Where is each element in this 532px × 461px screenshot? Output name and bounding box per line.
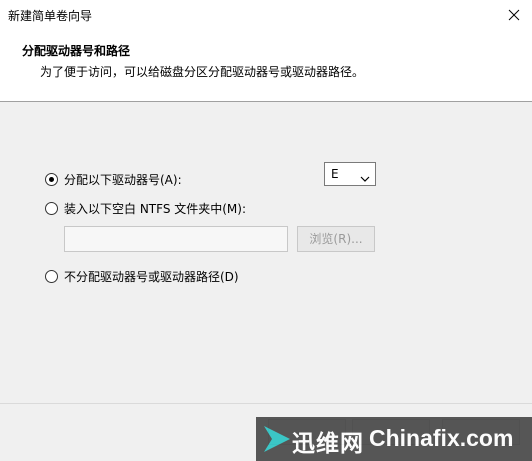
- assign-letter-label: 分配以下驱动器号(A):: [64, 173, 182, 187]
- title-bar: 新建简单卷向导: [0, 0, 532, 30]
- play-arrow-icon: [264, 426, 290, 452]
- close-icon: [508, 9, 520, 21]
- wizard-header: 分配驱动器号和路径 为了便于访问，可以给磁盘分区分配驱动器号或驱动器路径。: [0, 30, 532, 102]
- wizard-body: 分配以下驱动器号(A): E 装入以下空白 NTFS 文件夹中(M): 浏览(R…: [0, 103, 532, 403]
- assign-letter-option[interactable]: 分配以下驱动器号(A):: [45, 171, 182, 188]
- new-simple-volume-wizard: 新建简单卷向导 分配驱动器号和路径 为了便于访问，可以给磁盘分区分配驱动器号或驱…: [0, 0, 532, 461]
- no-assign-label: 不分配驱动器号或驱动器路径(D): [64, 270, 239, 284]
- page-title: 分配驱动器号和路径: [22, 44, 131, 58]
- browse-button[interactable]: 浏览(R)...: [297, 226, 375, 252]
- watermark-en-text: Chinafix.com: [369, 425, 514, 451]
- drive-letter-select[interactable]: E: [324, 162, 376, 186]
- mount-folder-option[interactable]: 装入以下空白 NTFS 文件夹中(M):: [45, 200, 246, 217]
- no-assign-option[interactable]: 不分配驱动器号或驱动器路径(D): [45, 268, 239, 285]
- no-assign-radio[interactable]: [45, 270, 58, 283]
- assign-letter-radio[interactable]: [45, 173, 58, 186]
- drive-letter-value: E: [331, 167, 339, 181]
- page-subtitle: 为了便于访问，可以给磁盘分区分配驱动器号或驱动器路径。: [40, 65, 365, 79]
- window-title: 新建简单卷向导: [8, 9, 93, 23]
- watermark-banner: 迅维网 Chinafix.com: [256, 417, 532, 461]
- chevron-down-icon: [360, 171, 370, 185]
- mount-folder-label: 装入以下空白 NTFS 文件夹中(M):: [64, 202, 247, 216]
- watermark-cn-text: 迅维网: [292, 431, 364, 457]
- close-button[interactable]: [502, 3, 526, 27]
- mount-folder-radio[interactable]: [45, 202, 58, 215]
- folder-path-input[interactable]: [64, 226, 288, 252]
